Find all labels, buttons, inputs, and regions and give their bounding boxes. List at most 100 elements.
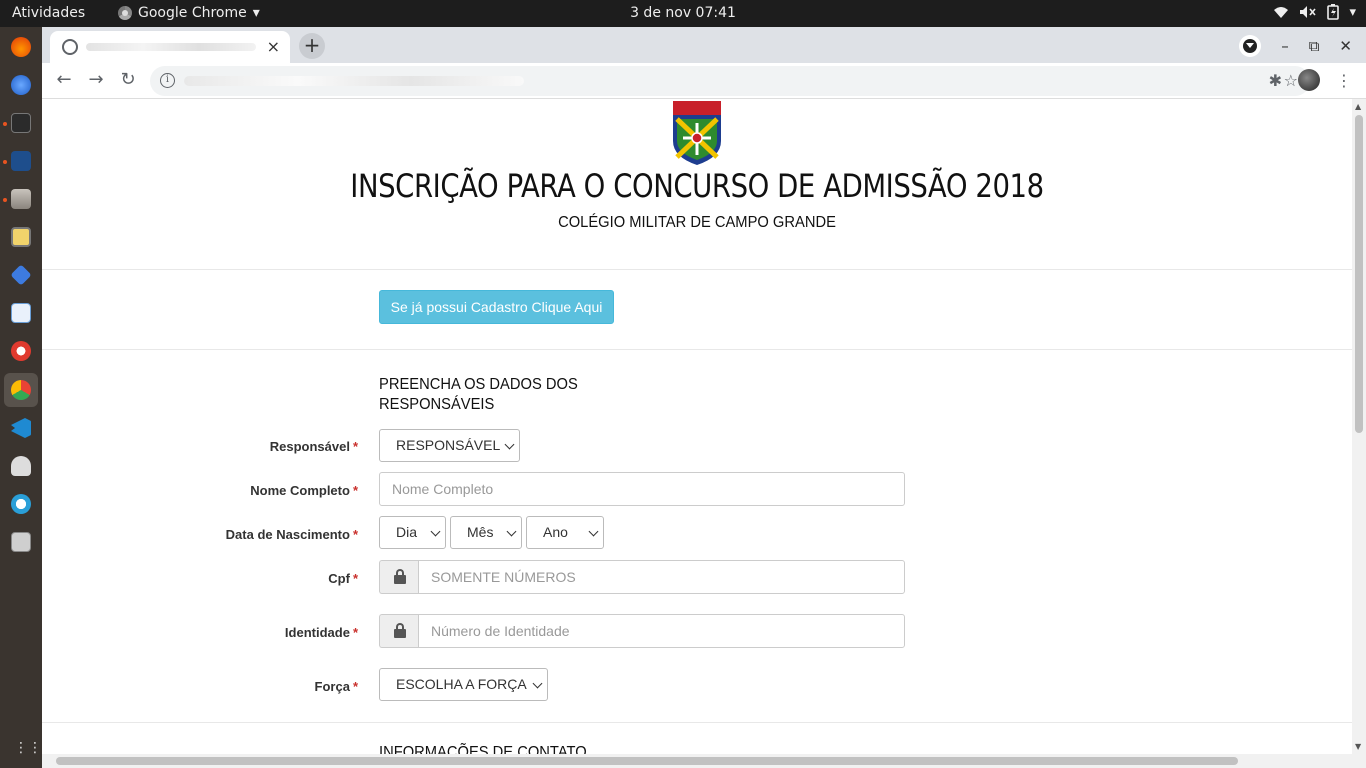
forca-selected: ESCOLHA A FORÇA bbox=[396, 676, 527, 692]
required-mark: * bbox=[352, 625, 358, 640]
required-mark: * bbox=[352, 483, 358, 498]
identidade-label-text: Identidade bbox=[284, 625, 350, 640]
chevron-down-icon bbox=[430, 526, 441, 537]
scroll-down-icon[interactable]: ▼ bbox=[1355, 742, 1361, 751]
scroll-up-icon[interactable]: ▲ bbox=[1355, 102, 1361, 111]
dia-selected: Dia bbox=[396, 524, 418, 540]
responsavel-label-text: Responsável bbox=[269, 439, 350, 454]
extensions-icon[interactable]: ✱ bbox=[1269, 71, 1282, 90]
nome-completo-label: Nome Completo * bbox=[250, 483, 358, 498]
section-title-responsaveis: PREENCHA OS DADOS DOS RESPONSÁVEIS bbox=[379, 376, 578, 413]
dia-select[interactable]: Dia bbox=[379, 516, 446, 549]
reload-icon[interactable]: ↻ bbox=[116, 69, 140, 90]
chevron-down-icon bbox=[504, 439, 515, 450]
chrome-icon bbox=[118, 6, 132, 20]
app-icon[interactable] bbox=[11, 456, 31, 476]
responsavel-selected: RESPONSÁVEL bbox=[396, 437, 501, 453]
running-indicator bbox=[3, 160, 7, 164]
chevron-down-icon bbox=[1243, 39, 1258, 53]
required-mark: * bbox=[352, 679, 358, 694]
close-tab-icon[interactable]: × bbox=[267, 37, 280, 56]
data-nascimento-label: Data de Nascimento * bbox=[226, 527, 358, 542]
lock-icon bbox=[394, 623, 406, 638]
address-bar[interactable]: i ☆ bbox=[150, 66, 1310, 96]
forca-label: Força * bbox=[315, 679, 358, 694]
ano-select[interactable]: Ano bbox=[526, 516, 604, 549]
firefox-icon[interactable] bbox=[11, 37, 31, 57]
cpf-input[interactable]: SOMENTE NÚMEROS bbox=[418, 560, 905, 594]
page-title: INSCRIÇÃO PARA O CONCURSO DE ADMISSÃO 20… bbox=[350, 167, 1044, 205]
minimize-icon[interactable]: – bbox=[1281, 37, 1289, 55]
chevron-down-icon bbox=[588, 526, 599, 537]
url-redacted bbox=[184, 76, 524, 86]
activities-button[interactable]: Atividades bbox=[12, 5, 85, 21]
profile-avatar[interactable] bbox=[1298, 69, 1320, 91]
page-subtitle: COLÉGIO MILITAR DE CAMPO GRANDE bbox=[558, 214, 836, 231]
chrome-icon[interactable] bbox=[11, 380, 31, 400]
app-icon[interactable] bbox=[11, 532, 31, 552]
existing-registration-button[interactable]: Se já possui Cadastro Clique Aqui bbox=[379, 290, 614, 324]
volume-muted-icon bbox=[1300, 6, 1317, 18]
ubuntu-dock: ⋮⋮ bbox=[0, 27, 42, 768]
vertical-scroll-thumb[interactable] bbox=[1355, 115, 1363, 433]
document-viewer-icon[interactable] bbox=[11, 303, 31, 323]
section-title-contato: INFORMAÇÕES DE CONTATO bbox=[379, 744, 587, 754]
wifi-icon bbox=[1274, 7, 1289, 18]
tab-title-redacted bbox=[86, 43, 256, 51]
show-applications-icon[interactable]: ⋮⋮ bbox=[14, 741, 42, 755]
terminal-icon[interactable] bbox=[11, 113, 31, 133]
network-tool-icon[interactable] bbox=[11, 151, 31, 171]
site-info-icon[interactable]: i bbox=[160, 73, 175, 88]
vscode-icon[interactable] bbox=[11, 418, 31, 438]
cpf-label: Cpf * bbox=[328, 571, 358, 586]
nome-completo-label-text: Nome Completo bbox=[250, 483, 350, 498]
restore-icon[interactable]: ⧉ bbox=[1309, 37, 1320, 55]
running-indicator bbox=[3, 122, 7, 126]
forward-icon[interactable]: → bbox=[84, 69, 108, 90]
app-menu-label: Google Chrome bbox=[138, 5, 247, 21]
required-mark: * bbox=[352, 527, 358, 542]
file-manager-icon[interactable] bbox=[11, 189, 31, 209]
chevron-down-icon: ▾ bbox=[252, 5, 260, 21]
responsavel-label: Responsável * bbox=[270, 439, 358, 454]
chevron-down-icon: ▾ bbox=[1349, 4, 1356, 20]
close-window-icon[interactable]: ✕ bbox=[1339, 37, 1352, 55]
running-indicator bbox=[3, 198, 7, 202]
browser-toolbar: ← → ↻ i ☆ ✱ ⋮ bbox=[42, 63, 1366, 99]
browser-tab[interactable]: × bbox=[50, 31, 290, 63]
clock[interactable]: 3 de nov 07:41 bbox=[630, 5, 736, 21]
system-tray[interactable]: ▾ bbox=[1273, 4, 1356, 20]
identidade-input[interactable]: Número de Identidade bbox=[418, 614, 905, 648]
tab-strip: × + – ⧉ ✕ bbox=[42, 27, 1366, 63]
nome-completo-placeholder: Nome Completo bbox=[392, 481, 494, 497]
app-icon[interactable] bbox=[11, 494, 31, 514]
data-nascimento-label-text: Data de Nascimento bbox=[225, 527, 350, 542]
menu-icon[interactable]: ⋮ bbox=[1336, 71, 1352, 90]
new-tab-button[interactable]: + bbox=[299, 33, 325, 59]
thunderbird-icon[interactable] bbox=[11, 75, 31, 95]
mes-select[interactable]: Mês bbox=[450, 516, 522, 549]
chevron-down-icon bbox=[506, 526, 517, 537]
back-icon[interactable]: ← bbox=[52, 69, 76, 90]
nome-completo-input[interactable]: Nome Completo bbox=[379, 472, 905, 506]
rhythmbox-icon[interactable] bbox=[11, 227, 31, 247]
responsavel-select[interactable]: RESPONSÁVEL bbox=[379, 429, 520, 462]
toolbar-actions: ✱ ⋮ bbox=[1269, 69, 1352, 91]
tab-search-button[interactable] bbox=[1239, 35, 1262, 57]
identidade-placeholder: Número de Identidade bbox=[431, 623, 570, 639]
horizontal-scroll-thumb[interactable] bbox=[56, 757, 1238, 765]
system-top-bar: Atividades Google Chrome ▾ 3 de nov 07:4… bbox=[0, 0, 1366, 27]
app-icon[interactable] bbox=[10, 264, 32, 286]
divider bbox=[42, 269, 1352, 270]
vertical-scrollbar[interactable]: ▲ ▼ bbox=[1352, 99, 1366, 754]
required-mark: * bbox=[352, 571, 358, 586]
lock-icon bbox=[394, 569, 406, 584]
horizontal-scrollbar[interactable] bbox=[42, 754, 1366, 768]
app-menu[interactable]: Google Chrome ▾ bbox=[118, 5, 260, 21]
window-controls: – ⧉ ✕ bbox=[1239, 35, 1352, 57]
help-icon[interactable] bbox=[11, 341, 31, 361]
ano-selected: Ano bbox=[543, 524, 568, 540]
forca-select[interactable]: ESCOLHA A FORÇA bbox=[379, 668, 548, 701]
cpf-addon bbox=[379, 560, 419, 594]
battery-icon bbox=[1327, 4, 1340, 20]
